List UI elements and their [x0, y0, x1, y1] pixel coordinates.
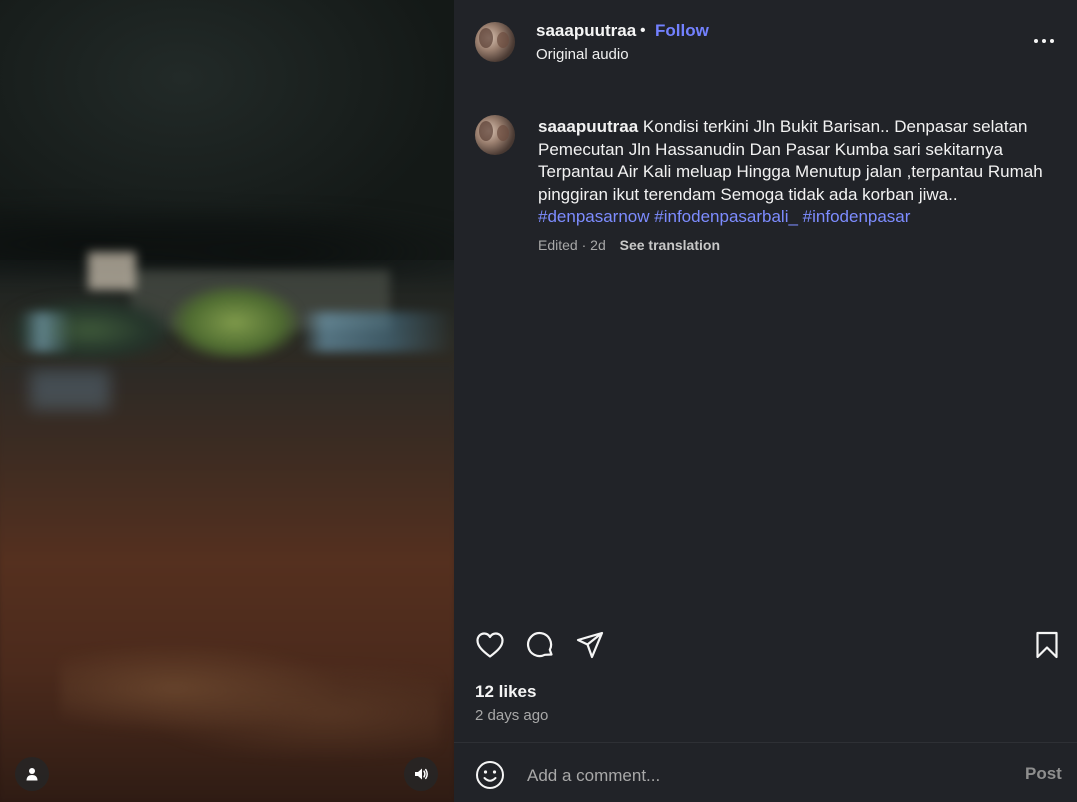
hashtag-link[interactable]: #infodenpasar: [803, 207, 911, 226]
paper-plane-icon: [576, 631, 604, 659]
post-details-panel: saaapuutraa • Follow Original audio saaa…: [454, 0, 1077, 802]
edited-label: Edited: [538, 237, 578, 253]
user-icon: [26, 768, 38, 781]
caption-avatar[interactable]: [475, 115, 515, 155]
action-bar: [454, 628, 1077, 662]
post-comment-button[interactable]: Post: [1025, 764, 1062, 784]
post-caption: saaapuutraa Kondisi terkini Jln Bukit Ba…: [538, 116, 1048, 229]
likes-count[interactable]: 12 likes: [475, 682, 536, 702]
divider: [454, 742, 1077, 743]
like-button[interactable]: [473, 628, 507, 662]
hashtag-link[interactable]: #denpasarnow: [538, 207, 650, 226]
video-frame-reflection: [30, 370, 110, 410]
audio-label[interactable]: Original audio: [536, 46, 629, 63]
more-options-button[interactable]: [1032, 29, 1056, 53]
smiley-icon: [476, 761, 504, 789]
separator-dot: •: [640, 22, 646, 39]
avatar[interactable]: [475, 22, 515, 62]
comment-button[interactable]: [523, 628, 557, 662]
comment-bubble-icon: [526, 631, 553, 658]
sound-toggle-button[interactable]: [404, 757, 438, 791]
caption-username[interactable]: saaapuutraa: [538, 117, 638, 136]
emoji-button[interactable]: [474, 759, 506, 791]
save-button[interactable]: [1030, 628, 1064, 662]
share-button[interactable]: [573, 628, 607, 662]
video-frame-trees: [0, 190, 454, 280]
video-frame-light: [88, 252, 136, 290]
post-author-username[interactable]: saaapuutraa: [536, 21, 636, 41]
caption-meta: Edited · 2d See translation: [538, 237, 720, 253]
hashtag-link[interactable]: #infodenpasarbali_: [654, 207, 798, 226]
see-translation-button[interactable]: See translation: [620, 237, 720, 253]
follow-button[interactable]: Follow: [655, 21, 709, 41]
post-video[interactable]: [0, 0, 454, 802]
hashtag-list: #denpasarnow #infodenpasarbali_ #infoden…: [538, 207, 910, 226]
video-frame-debris: [60, 640, 440, 760]
video-frame-lights: [20, 312, 454, 352]
heart-icon: [476, 632, 504, 658]
tagged-users-button[interactable]: [15, 757, 49, 791]
caption-time: 2d: [590, 237, 606, 253]
more-horizontal-icon: [1034, 39, 1054, 43]
bookmark-icon: [1036, 631, 1058, 659]
speaker-icon: [415, 768, 428, 780]
comment-input[interactable]: [525, 762, 1009, 790]
meta-separator: ·: [581, 237, 587, 253]
post-timestamp: 2 days ago: [475, 707, 549, 724]
